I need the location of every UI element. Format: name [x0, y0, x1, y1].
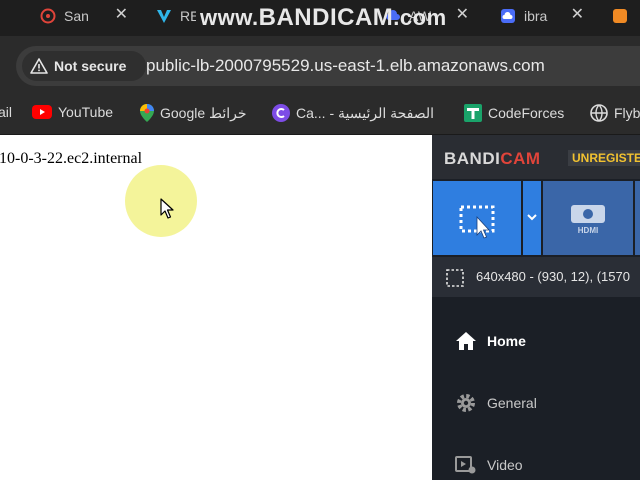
bandicam-header: BANDICAM UNREGISTE [432, 135, 640, 179]
nav-item-home[interactable]: Home [432, 321, 640, 361]
bandicam-watermark: www.BANDICAM.com [200, 4, 447, 31]
page-content: 10-0-3-22.ec2.internal [0, 135, 432, 480]
canva-icon [272, 104, 290, 122]
orange-app-icon [612, 8, 628, 24]
nav-item-video[interactable]: Video [432, 445, 640, 480]
rectangle-select-icon [459, 205, 495, 239]
bookmark-codeforces[interactable]: CodeForces [464, 104, 564, 122]
bookmark-google-maps[interactable]: Google خرائط [140, 104, 247, 122]
svg-text:HDMI: HDMI [578, 226, 598, 235]
mode-dropdown-button[interactable] [523, 181, 541, 255]
bookmark-youtube[interactable]: YouTube [32, 104, 113, 120]
security-chip[interactable]: Not secure [22, 51, 146, 81]
tab-orange[interactable] [612, 0, 640, 32]
home-icon [454, 329, 478, 353]
dashed-rectangle-icon [446, 269, 464, 287]
unregistered-badge: UNREGISTE [568, 150, 640, 166]
tab-label: San [64, 8, 89, 24]
gear-icon [454, 391, 478, 415]
settings-app-icon [40, 8, 56, 24]
tab-san[interactable]: San ✕ [40, 0, 128, 32]
cloud-icon [500, 8, 516, 24]
recording-mode-bar: HDMI [432, 181, 640, 255]
tab-re[interactable]: RE [156, 0, 196, 32]
v-logo-icon [156, 8, 172, 24]
bookmarks-bar: ail YouTube Google خرائط Ca... - الصفحة … [0, 94, 640, 135]
address-bar[interactable]: Not secure public-lb-2000795529.us-east-… [16, 46, 640, 86]
nav-item-general[interactable]: General [432, 383, 640, 423]
browser-tab-strip: San ✕ RE AW ✕ ibra ✕ www.BANDICAM.com [0, 0, 640, 36]
capture-area-text: 640x480 - (930, 12), (1570 [476, 269, 630, 284]
tab-close-icon[interactable]: ✕ [115, 7, 128, 23]
more-modes-button[interactable] [635, 181, 640, 255]
mouse-cursor-icon [160, 198, 174, 219]
bookmark-flyb[interactable]: Flyb [590, 104, 640, 122]
capture-area-status: 640x480 - (930, 12), (1570 [432, 257, 640, 297]
google-maps-icon [140, 104, 154, 122]
url-text[interactable]: public-lb-2000795529.us-east-1.elb.amazo… [146, 56, 545, 76]
tab-label: ibra [524, 8, 548, 24]
hdmi-device-icon: HDMI [571, 205, 605, 235]
warning-triangle-icon [30, 58, 48, 74]
tab-label: RE [180, 8, 196, 24]
bookmark-mail[interactable]: ail [0, 104, 12, 120]
hdmi-device-mode-button[interactable]: HDMI [543, 181, 633, 255]
globe-icon [590, 104, 608, 122]
video-settings-icon [454, 453, 478, 477]
hostname-text: 10-0-3-22.ec2.internal [0, 150, 143, 167]
bandicam-logo: BANDICAM [444, 149, 541, 168]
screen-rectangle-mode-button[interactable] [433, 181, 521, 255]
chevron-down-icon [527, 214, 537, 221]
security-label: Not secure [54, 58, 127, 74]
tab-close-icon[interactable]: ✕ [571, 7, 584, 23]
codeforces-icon [464, 104, 482, 122]
tab-close-icon[interactable]: ✕ [456, 7, 469, 23]
tab-ibra[interactable]: ibra ✕ [500, 0, 584, 32]
bandicam-window: BANDICAM UNREGISTE HDMI 640x480 - (930, … [432, 135, 640, 480]
bookmark-canva[interactable]: Ca... - الصفحة الرئيسية [272, 104, 434, 122]
youtube-icon [32, 105, 52, 119]
address-bar-row: Not secure public-lb-2000795529.us-east-… [0, 36, 640, 94]
